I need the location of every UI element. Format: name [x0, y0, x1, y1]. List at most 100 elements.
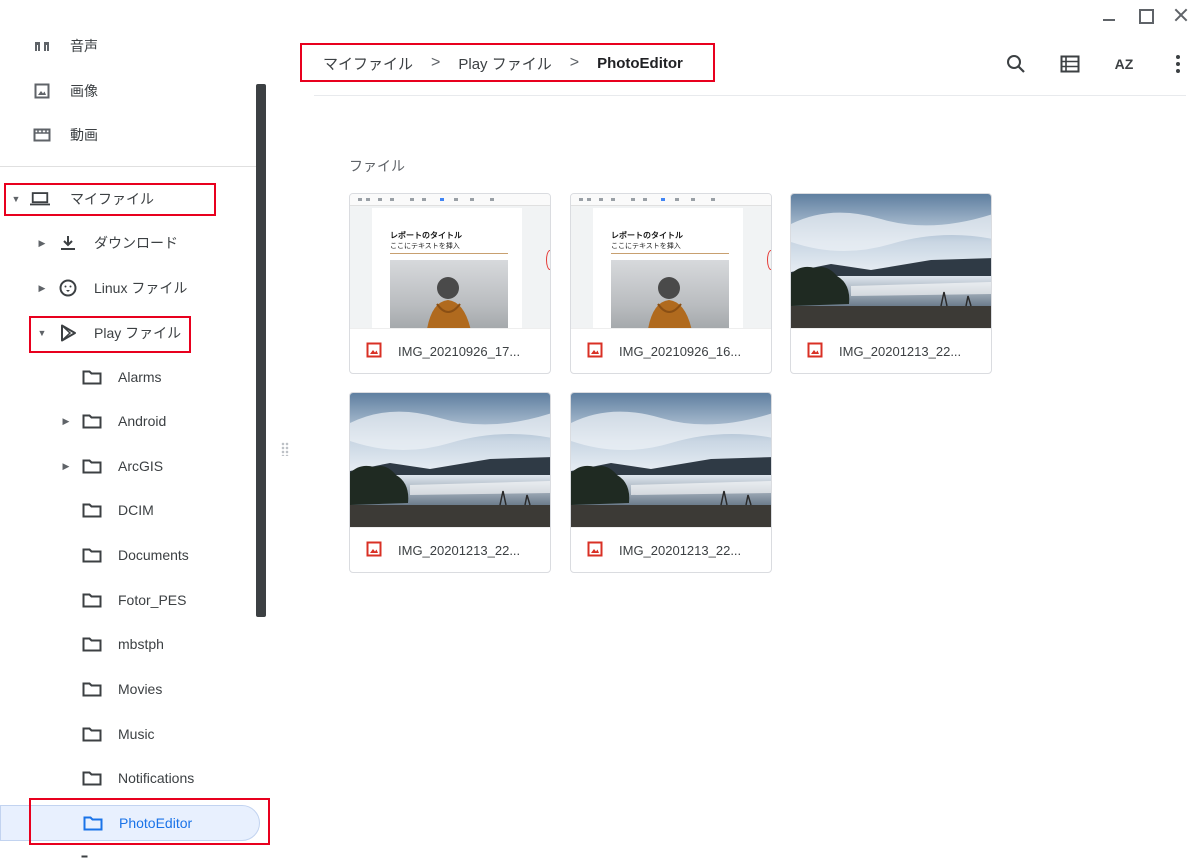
- breadcrumb-item-play-files[interactable]: Play ファイル: [448, 53, 561, 74]
- sidebar-item-play-files[interactable]: ▼ Play ファイル: [0, 315, 181, 351]
- file-thumbnail-document: レポートのタイトル ここにテキストを挿入: [571, 194, 771, 328]
- expand-arrow-icon[interactable]: ▶: [60, 416, 72, 427]
- sidebar-folder-photoeditor[interactable]: PhotoEditor: [0, 805, 260, 841]
- sidebar-item-label: Android: [118, 413, 167, 429]
- image-file-icon: [587, 342, 603, 361]
- doc-subtitle: ここにテキストを挿入: [390, 243, 460, 250]
- breadcrumb: マイファイル > Play ファイル > PhotoEditor: [303, 44, 693, 82]
- search-icon[interactable]: [1004, 52, 1028, 76]
- linux-penguin-icon: [58, 278, 78, 298]
- file-caption: IMG_20201213_22...: [791, 328, 991, 373]
- sidebar-item-audio[interactable]: 音声: [0, 28, 98, 64]
- folder-icon: [82, 634, 102, 654]
- maximize-icon[interactable]: [1136, 6, 1154, 24]
- file-caption: IMG_20201213_22...: [571, 527, 771, 572]
- folder-icon: [82, 590, 102, 610]
- laptop-icon: [30, 189, 50, 209]
- sidebar-item-label: Play ファイル: [94, 325, 182, 341]
- file-thumbnail-landscape: [791, 194, 991, 328]
- sidebar-item-label: Linux ファイル: [94, 280, 188, 296]
- file-name: IMG_20201213_22...: [619, 543, 742, 558]
- folder-icon: [82, 679, 102, 699]
- sidebar-folder-partial: [0, 852, 100, 862]
- sidebar-folder-notifications[interactable]: Notifications: [0, 760, 268, 796]
- sidebar-item-linux[interactable]: ▶ Linux ファイル: [0, 270, 187, 306]
- sidebar-folder-mbstph[interactable]: mbstph: [0, 626, 268, 662]
- doc-title: レポートのタイトル: [611, 231, 683, 240]
- file-name: IMG_20201213_22...: [398, 543, 521, 558]
- sidebar-item-label: DCIM: [118, 502, 154, 518]
- sidebar-item-videos[interactable]: 動画: [0, 117, 98, 153]
- image-file-icon: [366, 342, 382, 361]
- image-icon: [32, 81, 52, 101]
- file-caption: IMG_20210926_17...: [350, 328, 550, 373]
- breadcrumb-separator: >: [569, 54, 580, 71]
- sidebar-item-my-files[interactable]: ▼ マイファイル: [0, 181, 154, 217]
- download-icon: [58, 233, 78, 253]
- more-vert-icon[interactable]: [1166, 52, 1190, 76]
- sidebar-item-label: mbstph: [118, 636, 164, 652]
- doc-subtitle: ここにテキストを挿入: [611, 243, 681, 250]
- breadcrumb-separator: >: [431, 54, 441, 71]
- window-controls: [1100, 6, 1190, 24]
- file-thumbnail-landscape: [571, 393, 771, 527]
- header-divider: [314, 95, 1186, 96]
- file-card[interactable]: IMG_20201213_22...: [349, 392, 551, 573]
- folder-icon: [82, 768, 102, 788]
- file-thumbnail-landscape: [350, 393, 550, 527]
- sidebar-item-downloads[interactable]: ▶ ダウンロード: [0, 225, 178, 261]
- sidebar-folder-fotor-pes[interactable]: Fotor_PES: [0, 582, 268, 618]
- sidebar-folder-alarms[interactable]: Alarms: [0, 359, 268, 395]
- splitter-handle[interactable]: [281, 442, 289, 456]
- expand-arrow-icon[interactable]: ▼: [10, 194, 22, 204]
- breadcrumb-item-my-files[interactable]: マイファイル: [303, 53, 423, 74]
- sidebar-item-images[interactable]: 画像: [0, 73, 98, 109]
- sidebar-folder-arcgis[interactable]: ▶ ArcGIS: [0, 448, 268, 484]
- folder-icon: [82, 545, 102, 565]
- file-caption: IMG_20201213_22...: [350, 527, 550, 572]
- folder-icon: [82, 500, 102, 520]
- image-file-icon: [366, 541, 382, 560]
- sidebar-item-label: 動画: [70, 127, 98, 143]
- close-icon[interactable]: [1172, 6, 1190, 24]
- sidebar-folder-android[interactable]: ▶ Android: [0, 403, 268, 439]
- file-thumbnail-document: レポートのタイトル ここにテキストを挿入: [350, 194, 550, 328]
- sort-az-icon[interactable]: AZ: [1112, 52, 1136, 76]
- folder-icon: [82, 724, 102, 744]
- play-store-icon: [58, 323, 78, 343]
- sidebar-item-label: Movies: [118, 681, 163, 697]
- files-app: 音声 画像 動画 ▼ マイファイル ▶ ダウンロード ▶ Linux ファイル …: [0, 0, 1200, 862]
- doc-title: レポートのタイトル: [390, 231, 462, 240]
- sidebar: 音声 画像 動画 ▼ マイファイル ▶ ダウンロード ▶ Linux ファイル …: [0, 0, 270, 862]
- sidebar-item-label: Notifications: [118, 770, 195, 786]
- file-caption: IMG_20210926_16...: [571, 328, 771, 373]
- file-card[interactable]: IMG_20201213_22...: [570, 392, 772, 573]
- file-name: IMG_20210926_17...: [398, 344, 521, 359]
- file-card[interactable]: レポートのタイトル ここにテキストを挿入 IMG_20210926_17...: [349, 193, 551, 374]
- file-name: IMG_20210926_16...: [619, 344, 742, 359]
- image-file-icon: [587, 541, 603, 560]
- sidebar-scrollbar[interactable]: [256, 84, 266, 617]
- file-name: IMG_20201213_22...: [839, 344, 962, 359]
- sidebar-item-label: ダウンロード: [94, 235, 178, 251]
- expand-arrow-icon[interactable]: ▼: [36, 328, 48, 338]
- sidebar-folder-music[interactable]: Music: [0, 716, 268, 752]
- sidebar-folder-documents[interactable]: Documents: [0, 537, 268, 573]
- sidebar-item-label: Alarms: [118, 369, 162, 385]
- expand-arrow-icon[interactable]: ▶: [36, 283, 48, 294]
- sidebar-folder-movies[interactable]: Movies: [0, 671, 268, 707]
- list-view-icon[interactable]: [1058, 52, 1082, 76]
- section-title: ファイル: [349, 158, 405, 174]
- folder-icon: [80, 852, 100, 862]
- sidebar-item-label: マイファイル: [70, 191, 154, 207]
- sidebar-item-label: ArcGIS: [118, 458, 164, 474]
- minimize-icon[interactable]: [1100, 6, 1118, 24]
- expand-arrow-icon[interactable]: ▶: [36, 238, 48, 249]
- sidebar-folder-dcim[interactable]: DCIM: [0, 492, 268, 528]
- file-card[interactable]: IMG_20201213_22...: [790, 193, 992, 374]
- image-file-icon: [807, 342, 823, 361]
- sidebar-item-label: Fotor_PES: [118, 592, 187, 608]
- file-card[interactable]: レポートのタイトル ここにテキストを挿入 IMG_20210926_16...: [570, 193, 772, 374]
- expand-arrow-icon[interactable]: ▶: [60, 461, 72, 472]
- audio-icon: [32, 36, 52, 56]
